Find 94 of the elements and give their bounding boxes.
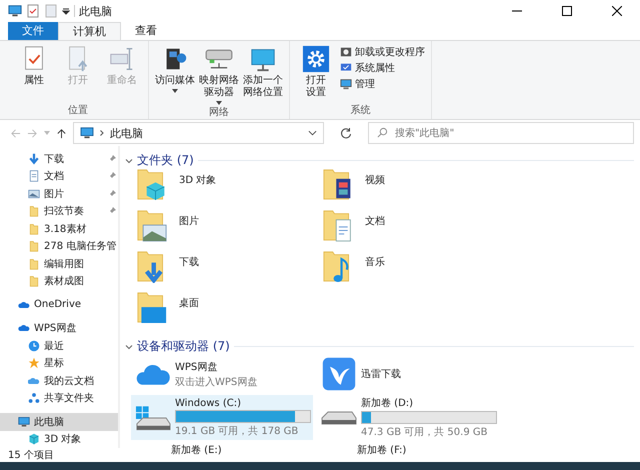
nav-item[interactable]: 图片 [0, 185, 118, 202]
drive-tile[interactable]: 新加卷 (D:) 47.3 GB 可用，共 50.9 GB [317, 395, 499, 440]
folder-cube-icon[interactable] [137, 169, 167, 201]
system-drive-icon [135, 404, 171, 430]
device-subtitle: 双击进入WPS网盘 [175, 376, 258, 388]
nav-item[interactable]: 素材成图 [0, 272, 118, 290]
nav-item[interactable]: WPS网盘 [0, 320, 118, 337]
nav-item[interactable]: 扫弦节奏 [0, 202, 118, 220]
ribbon-tab[interactable]: 文件 [8, 22, 58, 40]
drive-name[interactable]: 新加卷 (E:) [171, 443, 222, 457]
collapse-icon[interactable] [125, 156, 133, 164]
nav-item[interactable]: 星标 [0, 354, 118, 372]
nav-item[interactable]: 文档 [0, 168, 118, 185]
folder-film-icon[interactable] [323, 169, 353, 201]
ribbon-button[interactable]: 属性 [14, 45, 54, 103]
nav-item[interactable]: 3.18素材 [0, 220, 118, 238]
clock-icon [28, 340, 40, 352]
drive-space: 19.1 GB 可用，共 178 GB [175, 424, 300, 438]
up-icon[interactable] [56, 128, 67, 138]
ribbon-tab[interactable]: 查看 [121, 22, 171, 40]
ribbon-small-button[interactable]: 卸载或更改程序 [340, 45, 425, 59]
device-name[interactable]: WPS网盘 [175, 360, 309, 374]
item-count: 15 个项目 [8, 449, 54, 462]
folder-document-icon[interactable] [323, 210, 353, 242]
ribbon-group-label: 位置 [67, 104, 89, 117]
close-icon[interactable] [612, 6, 622, 16]
folder-name[interactable]: 下载 [179, 251, 199, 269]
drive-icon [321, 410, 357, 424]
ribbon-small-button[interactable]: 管理 [340, 77, 425, 91]
folder-desktop-icon[interactable] [137, 292, 167, 324]
window-title: 此电脑 [79, 4, 112, 18]
nav-item[interactable]: 共享文件夹 [0, 390, 118, 407]
pin-icon [108, 207, 116, 216]
pin-icon [108, 154, 116, 163]
nav-item[interactable]: 278 电脑任务管 [0, 238, 118, 255]
download-icon [28, 152, 40, 165]
section-header[interactable]: 文件夹 (7) [137, 152, 194, 169]
search-field[interactable]: 搜索"此电脑" [368, 122, 634, 144]
computer-icon [8, 4, 22, 18]
properties-icon[interactable] [26, 4, 40, 18]
drive-space: 47.3 GB 可用，共 50.9 GB [361, 426, 488, 439]
folder-picture-icon[interactable] [137, 210, 167, 242]
folder-name[interactable]: 3D 对象 [179, 169, 216, 187]
ribbon-button[interactable]: 访问媒体 [155, 45, 195, 105]
nav-item[interactable]: 编辑用图 [0, 255, 118, 272]
folder-icon [28, 222, 40, 235]
ribbon-button[interactable]: 添加一个 网络位置 [243, 45, 283, 105]
cube-icon [28, 433, 40, 446]
nav-item[interactable]: 此电脑 [0, 413, 118, 430]
address-bar[interactable]: 此电脑 [73, 122, 324, 144]
nav-item[interactable]: 最近 [0, 337, 118, 354]
ribbon-button[interactable]: 映射网络 驱动器 [199, 45, 239, 105]
ribbon-group-label: 系统 [350, 104, 372, 117]
document-icon [28, 170, 40, 182]
ribbon-tab[interactable]: 计算机 [58, 22, 121, 40]
settings-icon [302, 45, 330, 73]
ribbon-small-button[interactable]: 系统属性 [340, 61, 425, 75]
picture-icon [28, 188, 40, 200]
device-name[interactable]: 迅雷下载 [361, 367, 495, 381]
folder-name[interactable]: 视频 [365, 169, 385, 187]
folder-name[interactable]: 文档 [365, 210, 385, 228]
refresh-icon[interactable] [340, 127, 352, 139]
dropdown-icon[interactable] [62, 7, 70, 15]
drive-name: 新加卷 (D:) [361, 396, 414, 410]
ribbon-group-label: 网络 [208, 106, 230, 119]
pc-icon [18, 416, 30, 428]
drive-name: Windows (C:) [175, 398, 242, 408]
dropdown-icon [172, 89, 178, 93]
pin-icon [108, 172, 116, 180]
folder-icon [28, 205, 40, 218]
folder-name[interactable]: 音乐 [365, 251, 385, 269]
section-header[interactable]: 设备和驱动器 (7) [137, 338, 230, 355]
search-icon[interactable] [377, 127, 388, 138]
dropdown-icon [216, 101, 222, 105]
nav-item[interactable]: 我的云文档 [0, 372, 118, 390]
folder-name[interactable]: 图片 [179, 210, 199, 228]
program-icon [340, 46, 352, 58]
pin-icon [108, 190, 116, 198]
share-icon [28, 392, 40, 404]
folder-icon [28, 258, 40, 270]
nav-item[interactable]: OneDrive [0, 296, 118, 314]
drive-tile[interactable]: Windows (C:) 19.1 GB 可用，共 178 GB [131, 395, 313, 440]
maximize-icon[interactable] [562, 6, 572, 16]
drive-name[interactable]: 新加卷 (F:) [357, 443, 406, 457]
folder-icon [28, 240, 40, 252]
nav-item[interactable]: 下载 [0, 150, 118, 168]
star-icon [28, 357, 40, 370]
folder-name[interactable]: 桌面 [179, 292, 199, 310]
folder-icon [28, 275, 40, 288]
collapse-icon[interactable] [125, 342, 133, 350]
ribbon-button[interactable]: 打开 设置 [296, 45, 336, 103]
nav-item[interactable]: 3D 对象 [0, 430, 118, 448]
bird-icon[interactable] [321, 356, 357, 392]
computer-manage-icon [340, 78, 352, 90]
